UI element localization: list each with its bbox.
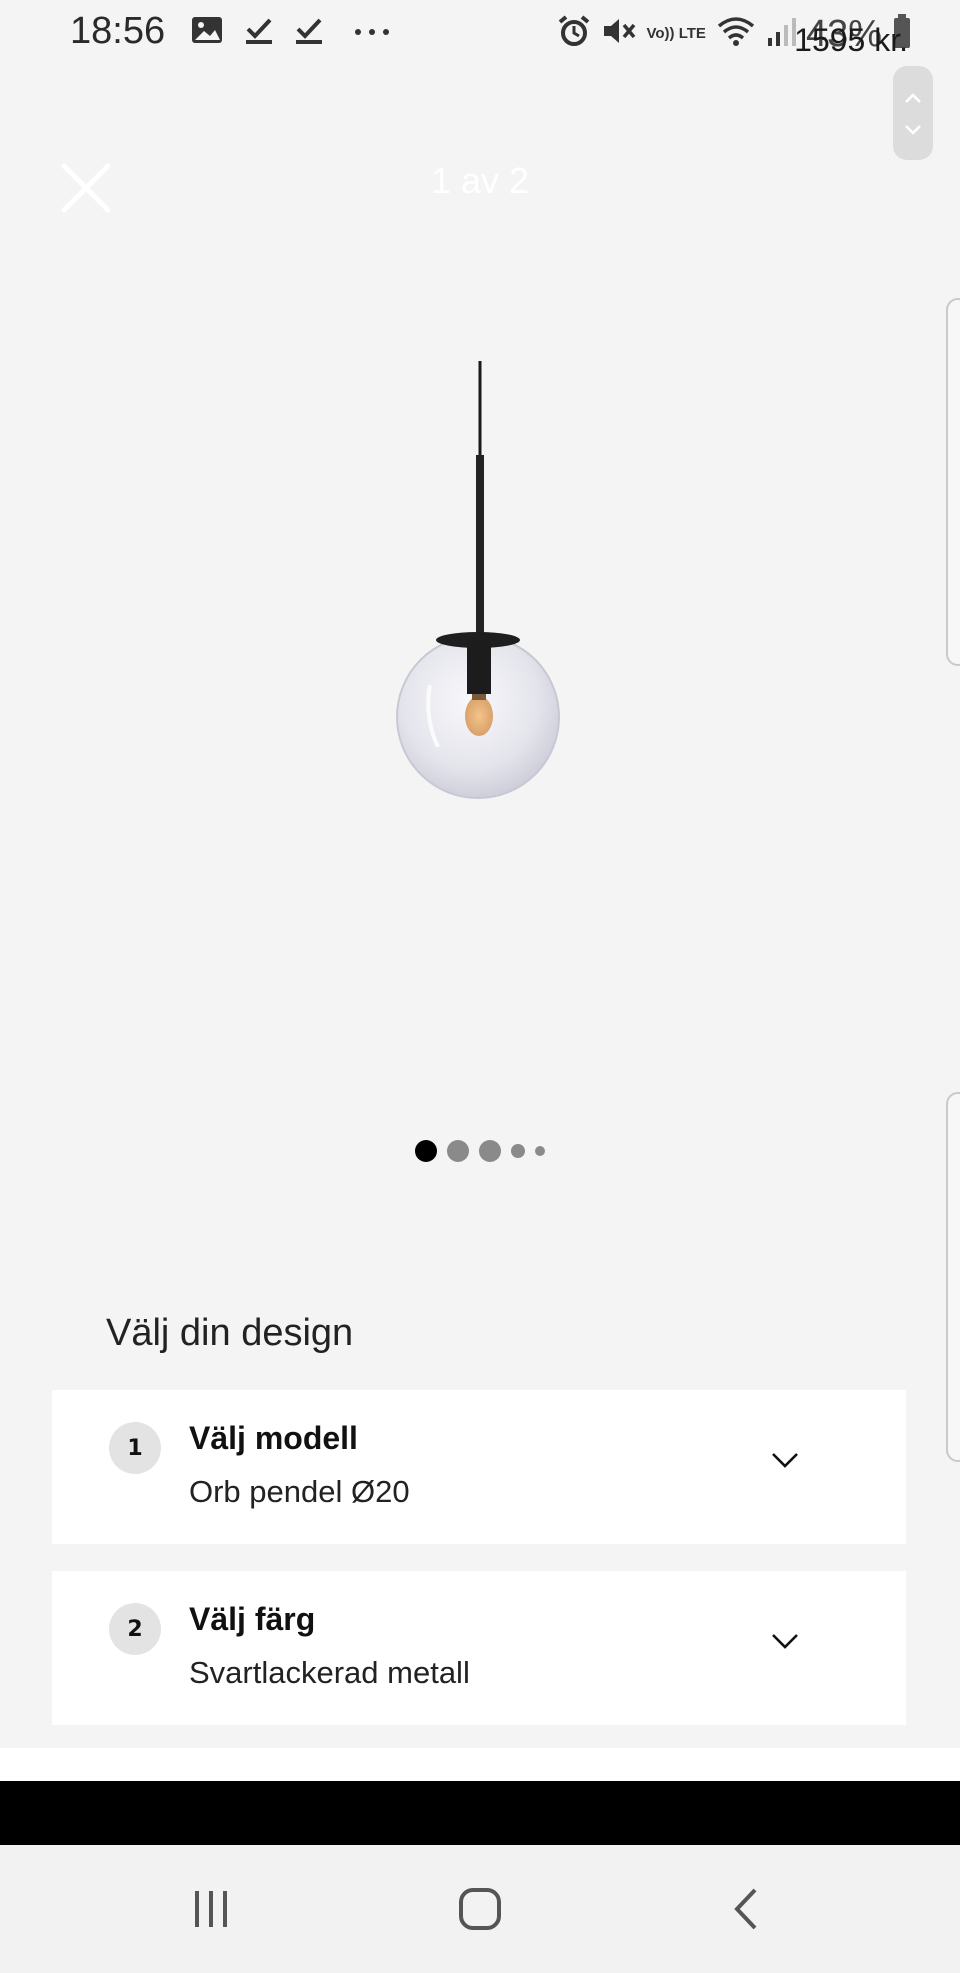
check-icon (243, 14, 275, 55)
step-card-model[interactable]: 1 Välj modell Orb pendel Ø20 (52, 1390, 906, 1544)
pagination-dot[interactable] (447, 1140, 469, 1162)
bottom-black-bar (0, 1781, 960, 1845)
home-button[interactable] (454, 1885, 506, 1933)
price-label: 1595 kr. (794, 22, 908, 58)
image-icon (190, 14, 224, 55)
chevron-down-icon[interactable] (770, 1450, 800, 1470)
wifi-icon (716, 14, 756, 55)
chevron-down-icon[interactable] (904, 117, 922, 141)
pagination-dot[interactable] (415, 1140, 437, 1162)
content-bottom-edge (0, 1748, 960, 1781)
signal-icon (766, 14, 796, 55)
side-panel-edge[interactable] (946, 298, 960, 666)
chevron-down-icon[interactable] (770, 1631, 800, 1651)
recent-apps-button[interactable] (186, 1885, 236, 1933)
status-bar: 18:56 Vo)) LTE 43% 1595 kr. (0, 0, 960, 70)
step-label: Välj modell (189, 1420, 358, 1456)
step-value: Orb pendel Ø20 (189, 1474, 410, 1509)
gallery-pagination[interactable] (0, 1140, 960, 1162)
mute-icon (601, 14, 637, 55)
back-button[interactable] (726, 1885, 766, 1933)
product-image[interactable] (380, 355, 580, 805)
step-number-badge: 1 (109, 1422, 161, 1474)
image-counter: 1 av 2 (430, 160, 530, 201)
more-icon (352, 14, 392, 55)
section-title: Välj din design (106, 1312, 354, 1354)
chevron-up-icon[interactable] (904, 85, 922, 109)
status-time: 18:56 (70, 10, 166, 52)
pagination-dot[interactable] (511, 1144, 525, 1158)
step-number-badge: 2 (109, 1603, 161, 1655)
alarm-icon (557, 14, 591, 55)
pagination-dot[interactable] (479, 1140, 501, 1162)
system-nav-bar (0, 1845, 960, 1973)
check-icon (293, 14, 325, 55)
step-label: Välj färg (189, 1601, 316, 1637)
back-icon[interactable] (731, 1886, 761, 1932)
step-card-color[interactable]: 2 Välj färg Svartlackerad metall (52, 1571, 906, 1725)
recent-apps-icon[interactable] (189, 1887, 233, 1931)
volte-icon: Vo)) LTE (646, 25, 706, 42)
pagination-dot[interactable] (535, 1146, 545, 1156)
step-value: Svartlackerad metall (189, 1655, 470, 1690)
scroll-widget[interactable] (893, 66, 933, 160)
home-icon[interactable] (457, 1886, 503, 1932)
